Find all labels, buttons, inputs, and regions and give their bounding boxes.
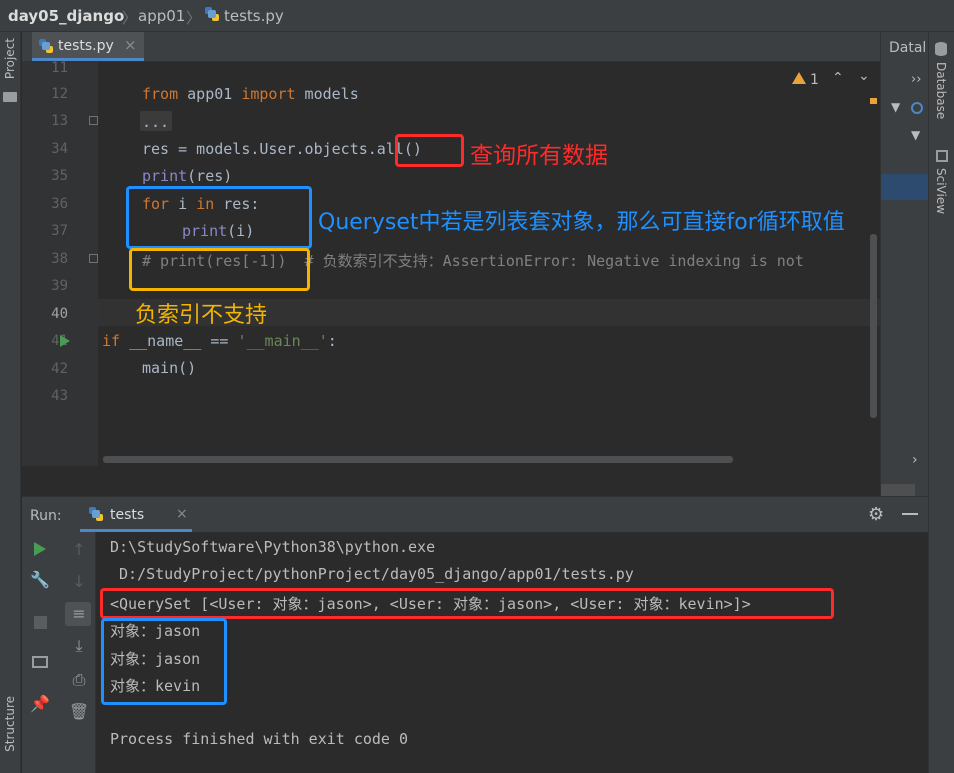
database-panel: Datal ›› ▼ ▼ bbox=[880, 32, 928, 496]
fold-expand-icon[interactable] bbox=[89, 116, 98, 125]
project-tool-button[interactable]: Project bbox=[3, 38, 17, 79]
line-number: 13 bbox=[51, 113, 68, 129]
breadcrumb-folder[interactable]: app01 bbox=[138, 7, 185, 25]
expand-icon[interactable]: ›› bbox=[911, 72, 921, 87]
rerun-icon[interactable] bbox=[34, 542, 46, 556]
refresh-icon[interactable] bbox=[911, 102, 923, 114]
pin-icon[interactable]: 📌 bbox=[28, 694, 52, 713]
console-line: Process finished with exit code 0 bbox=[110, 730, 409, 748]
scroll-to-end-icon[interactable]: ⤓ bbox=[67, 636, 91, 656]
print-icon[interactable]: ⎙ bbox=[67, 670, 91, 690]
run-tab-tests[interactable]: tests × bbox=[80, 497, 192, 532]
folder-icon[interactable] bbox=[3, 92, 17, 102]
python-file-icon bbox=[204, 6, 220, 26]
minimize-icon[interactable] bbox=[902, 513, 918, 515]
trash-icon[interactable]: 🗑 bbox=[67, 702, 91, 721]
chevron-down-icon[interactable]: ▼ bbox=[891, 100, 900, 114]
layout-icon[interactable] bbox=[32, 656, 48, 668]
console-line: D:\StudySoftware\Python38\python.exe bbox=[110, 538, 436, 556]
stop-icon[interactable] bbox=[34, 616, 47, 629]
annotation-iterate: Queryset中若是列表套对象，那么可直接for循环取值 bbox=[318, 210, 845, 235]
annotation-negative: 负索引不支持 bbox=[135, 303, 268, 328]
python-file-icon bbox=[38, 38, 54, 58]
breadcrumb: day05_django 〉 app01 〉 tests.py bbox=[0, 0, 954, 32]
highlight-all bbox=[395, 134, 464, 167]
structure-tool-button[interactable]: Structure bbox=[3, 696, 17, 752]
line-number: 34 bbox=[51, 141, 68, 157]
database-panel-title: Datal bbox=[889, 40, 927, 56]
breadcrumb-file[interactable]: tests.py bbox=[224, 7, 284, 25]
line-number: 39 bbox=[51, 278, 68, 294]
breadcrumb-project[interactable]: day05_django bbox=[8, 7, 124, 25]
line-number: 12 bbox=[51, 86, 68, 102]
highlight-queryset-output bbox=[100, 588, 834, 619]
run-gutter-icon[interactable] bbox=[60, 335, 70, 347]
run-panel-header: Run: tests × ⚙ bbox=[22, 496, 928, 532]
line-number: 11 bbox=[51, 60, 68, 76]
highlight-for-loop bbox=[126, 186, 312, 249]
arrow-down-icon[interactable]: ↓ bbox=[67, 572, 91, 591]
sciview-tool-button[interactable]: SciView bbox=[934, 168, 948, 214]
code-line: print(res) bbox=[142, 167, 233, 185]
close-icon[interactable]: × bbox=[176, 506, 188, 522]
vertical-scrollbar-thumb[interactable] bbox=[870, 234, 877, 418]
console-line: D:/StudyProject/pythonProject/day05_djan… bbox=[110, 565, 634, 583]
selected-row[interactable] bbox=[881, 174, 928, 200]
tab-tests-py[interactable]: tests.py × bbox=[32, 32, 144, 61]
run-toolbar-secondary: ↑ ↓ ≡ ⤓ ⎙ 🗑 bbox=[62, 532, 96, 773]
chevron-up-icon[interactable]: ⌃ bbox=[832, 70, 844, 86]
chevron-down-icon[interactable]: ▼ bbox=[911, 128, 920, 142]
database-icon bbox=[935, 42, 947, 56]
line-number: 37 bbox=[51, 223, 68, 239]
line-gutter: 11 12 13 34 35 36 37 38 39 40 41 42 43 bbox=[22, 60, 98, 466]
fold-collapse-icon[interactable] bbox=[89, 254, 98, 263]
breadcrumb-separator: 〉 bbox=[122, 9, 138, 27]
horizontal-scrollbar-thumb[interactable] bbox=[103, 456, 733, 463]
code-line: main() bbox=[142, 359, 197, 377]
database-tool-button[interactable]: Database bbox=[934, 62, 948, 119]
gear-icon[interactable]: ⚙ bbox=[868, 504, 884, 525]
line-number: 42 bbox=[51, 361, 68, 377]
line-number: 40 bbox=[51, 306, 68, 322]
code-line: if __name__ == '__main__': bbox=[102, 332, 337, 350]
close-icon[interactable]: × bbox=[124, 36, 137, 54]
warning-stripe[interactable] bbox=[870, 98, 877, 104]
soft-wrap-icon: ≡ bbox=[72, 604, 86, 623]
warning-count: 1 bbox=[810, 72, 819, 88]
run-toolbar: 🔧 📌 bbox=[22, 532, 62, 773]
panel-scrollbar[interactable] bbox=[881, 484, 915, 496]
highlight-loop-output bbox=[101, 618, 227, 705]
run-label: Run: bbox=[30, 508, 62, 524]
python-file-icon bbox=[88, 506, 104, 526]
chevron-right-icon[interactable]: › bbox=[912, 452, 918, 468]
editor-tab-bar: tests.py × bbox=[22, 32, 880, 62]
line-number: 35 bbox=[51, 168, 68, 184]
highlight-negative-index bbox=[129, 248, 310, 291]
run-tab-label: tests bbox=[110, 507, 145, 523]
line-number: 36 bbox=[51, 196, 68, 212]
tab-label: tests.py bbox=[58, 38, 114, 54]
left-tool-strip: Project Structure bbox=[0, 32, 21, 773]
arrow-up-icon[interactable]: ↑ bbox=[67, 540, 91, 559]
chevron-down-icon[interactable]: ⌄ bbox=[858, 68, 870, 84]
code-line: res = models.User.objects.all() bbox=[142, 140, 422, 158]
code-line: from app01 import models bbox=[142, 85, 359, 103]
breadcrumb-separator: 〉 bbox=[186, 9, 202, 27]
right-tool-strip: Database SciView bbox=[928, 32, 954, 773]
line-number: 38 bbox=[51, 251, 68, 267]
sciview-icon bbox=[936, 150, 948, 162]
warning-icon[interactable] bbox=[792, 72, 806, 84]
line-number: 43 bbox=[51, 388, 68, 404]
annotation-all: 查询所有数据 bbox=[470, 143, 608, 169]
wrench-icon[interactable]: 🔧 bbox=[28, 570, 52, 589]
code-line: ... bbox=[142, 113, 170, 131]
